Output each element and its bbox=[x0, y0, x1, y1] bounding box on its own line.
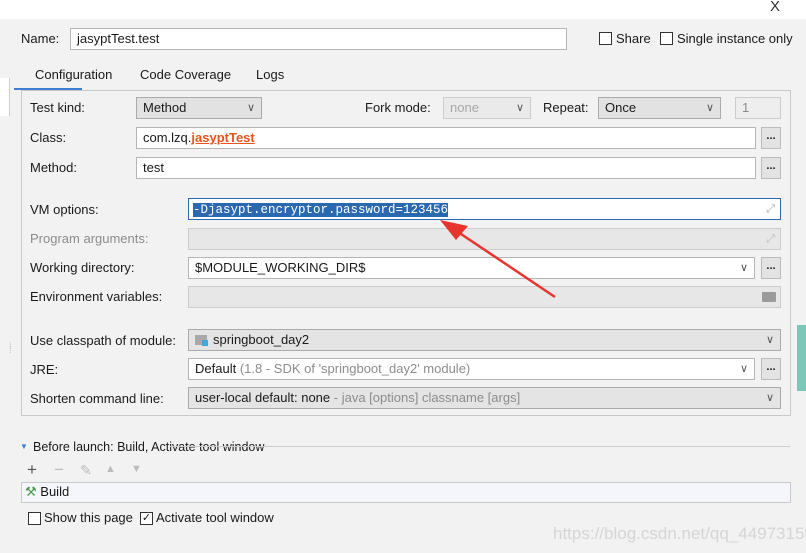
annotation-arrow bbox=[440, 220, 556, 299]
arrow-shaft bbox=[454, 228, 556, 299]
